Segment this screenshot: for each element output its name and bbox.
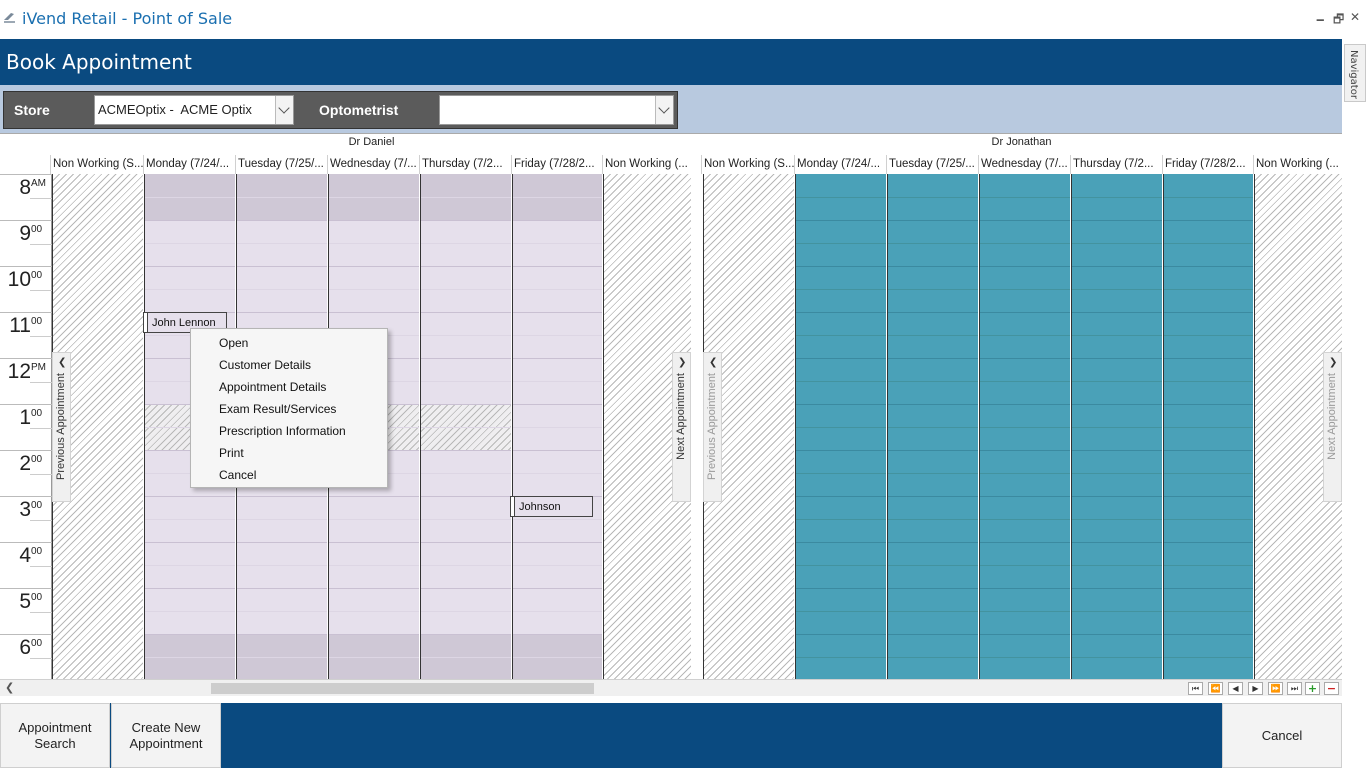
day-header: Non Working (S... [701,155,794,174]
first-page-button[interactable]: ⏮ [1188,682,1203,695]
day-column[interactable] [795,174,886,680]
day-header: Monday (7/24/... [143,155,235,174]
chevron-right-icon: ❯ [678,357,687,368]
store-dropdown-button[interactable] [275,96,293,124]
next-appointment-tab-dr-jonathan[interactable]: ❯ Next Appointment [1323,352,1342,502]
day-header: Tuesday (7/25/... [235,155,327,174]
day-header: Non Working (... [602,155,691,174]
menu-item-customer-details[interactable]: Customer Details [219,354,311,376]
close-button[interactable]: ✕ [1350,10,1360,24]
day-column[interactable] [887,174,978,680]
day-header: Friday (7/28/2... [1162,155,1253,174]
restore-button[interactable]: 🗗 [1333,10,1344,31]
next-button[interactable]: ▶ [1248,682,1263,695]
day-header: Thursday (7/2... [419,155,511,174]
menu-item-exam-result-services[interactable]: Exam Result/Services [219,398,336,420]
scrollbar-thumb[interactable] [211,683,594,694]
day-column[interactable] [1071,174,1162,680]
optometrist-dropdown-button[interactable] [655,96,673,124]
day-column[interactable] [1163,174,1253,680]
add-icon[interactable]: + [1305,682,1320,695]
previous-button[interactable]: ◀ [1228,682,1243,695]
chevron-down-icon [278,102,290,114]
hour-label: 5 00 [0,588,52,634]
appointment-search-button[interactable]: Appointment Search [0,703,110,768]
day-header: Monday (7/24/... [794,155,886,174]
page-header: Book Appointment [0,39,1342,85]
previous-appointment-tab[interactable]: ❮ Previous Appointment [52,352,71,502]
store-select-value: ACMEOptix - ACME Optix [98,102,252,117]
time-ruler: 8 AM 9 00 10 00 11 00 12 PM 1 00 2 00 3 00 4 00 5… [0,174,52,680]
footer-bar: Appointment Search Create New Appointmen… [0,703,1342,768]
menu-item-appointment-details[interactable]: Appointment Details [219,376,326,398]
chevron-left-icon: ❮ [58,357,67,368]
day-header: Thursday (7/2... [1070,155,1162,174]
horizontal-scrollbar[interactable]: ❮ ⏮ ⏪ ◀ ▶ ⏩ ⏭ + − [0,679,1342,696]
cancel-button[interactable]: Cancel [1222,703,1342,768]
last-page-button[interactable]: ⏭ [1287,682,1302,695]
hour-label: 8 AM [0,174,52,220]
navigator-label: Navigator [1348,50,1359,99]
hour-label: 11 00 [0,312,52,358]
store-select[interactable]: ACMEOptix - ACME Optix [94,95,294,125]
previous-appointment-tab-dr-jonathan[interactable]: ❮ Previous Appointment [703,352,722,502]
chevron-right-icon: ❯ [1329,357,1338,368]
hour-label: 9 00 [0,220,52,266]
page-title: Book Appointment [6,50,192,74]
hour-label: 2 00 [0,450,52,496]
remove-icon[interactable]: − [1324,682,1339,695]
resource-header-dr-jonathan: Dr Jonathan [991,136,1052,148]
hour-label: 10 00 [0,266,52,312]
filter-bar: Store ACMEOptix - ACME Optix Optometrist [0,85,1342,133]
day-header: Friday (7/28/2... [511,155,602,174]
day-column[interactable] [979,174,1070,680]
appointment-label: Johnson [519,501,561,513]
hour-label: 3 00 [0,496,52,542]
menu-item-cancel[interactable]: Cancel [219,464,256,486]
minimize-button[interactable]: 🗕 [1316,10,1325,31]
scroll-left-icon[interactable]: ❮ [5,681,14,694]
day-header: Tuesday (7/25/... [886,155,978,174]
create-new-appointment-button[interactable]: Create New Appointment [111,703,221,768]
hour-label: 1 00 [0,404,52,450]
hour-label: 4 00 [0,542,52,588]
previous-page-button[interactable]: ⏪ [1208,682,1223,695]
window-title: iVend Retail - Point of Sale [22,9,233,28]
filter-panel: Store ACMEOptix - ACME Optix Optometrist [3,91,678,129]
day-header: Wednesday (7/... [978,155,1070,174]
day-column[interactable] [420,174,511,680]
store-label: Store [14,102,50,118]
appointment-context-menu: Open Customer Details Appointment Detail… [190,328,388,488]
appointment-johnson[interactable]: Johnson [510,496,593,517]
hour-label: 6 00 [0,634,52,680]
optometrist-select[interactable] [439,95,674,125]
chevron-down-icon [658,102,670,114]
navigator-tab[interactable]: Navigator [1344,44,1366,102]
menu-item-prescription-information[interactable]: Prescription Information [219,420,346,442]
day-header: Wednesday (7/... [327,155,419,174]
resource-header-dr-daniel: Dr Daniel [348,136,395,148]
chevron-left-icon: ❮ [709,357,718,368]
title-bar: iVend Retail - Point of Sale 🗕 🗗 ✕ [0,0,1366,39]
day-header: Non Working (S... [50,155,143,174]
menu-item-print[interactable]: Print [219,442,244,464]
next-page-button[interactable]: ⏩ [1268,682,1283,695]
app-window: iVend Retail - Point of Sale 🗕 🗗 ✕ Book … [0,0,1366,768]
app-logo-icon [4,13,15,23]
next-appointment-tab[interactable]: ❯ Next Appointment [672,352,691,502]
hour-label: 12 PM [0,358,52,404]
day-column[interactable] [512,174,602,680]
optometrist-label: Optometrist [319,102,399,118]
menu-item-open[interactable]: Open [219,332,248,354]
day-header: Non Working (... [1253,155,1342,174]
